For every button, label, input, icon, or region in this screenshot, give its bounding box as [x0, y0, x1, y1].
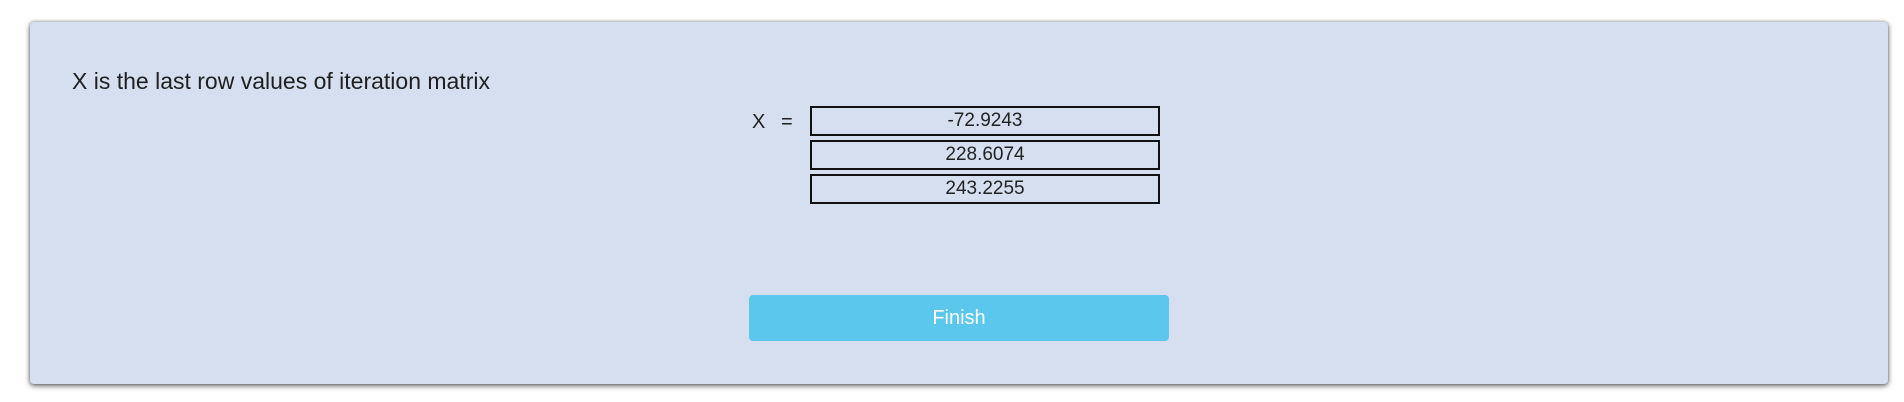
vector-value-cell[interactable]: [810, 106, 1160, 136]
vector-value-cell[interactable]: [810, 174, 1160, 204]
vector-label: X: [752, 111, 766, 133]
vector-value-cell[interactable]: [810, 140, 1160, 170]
equals-sign: =: [781, 111, 793, 133]
page-heading: X is the last row values of iteration ma…: [72, 68, 490, 94]
finish-button[interactable]: Finish: [749, 295, 1169, 341]
result-card: X is the last row values of iteration ma…: [30, 22, 1888, 384]
